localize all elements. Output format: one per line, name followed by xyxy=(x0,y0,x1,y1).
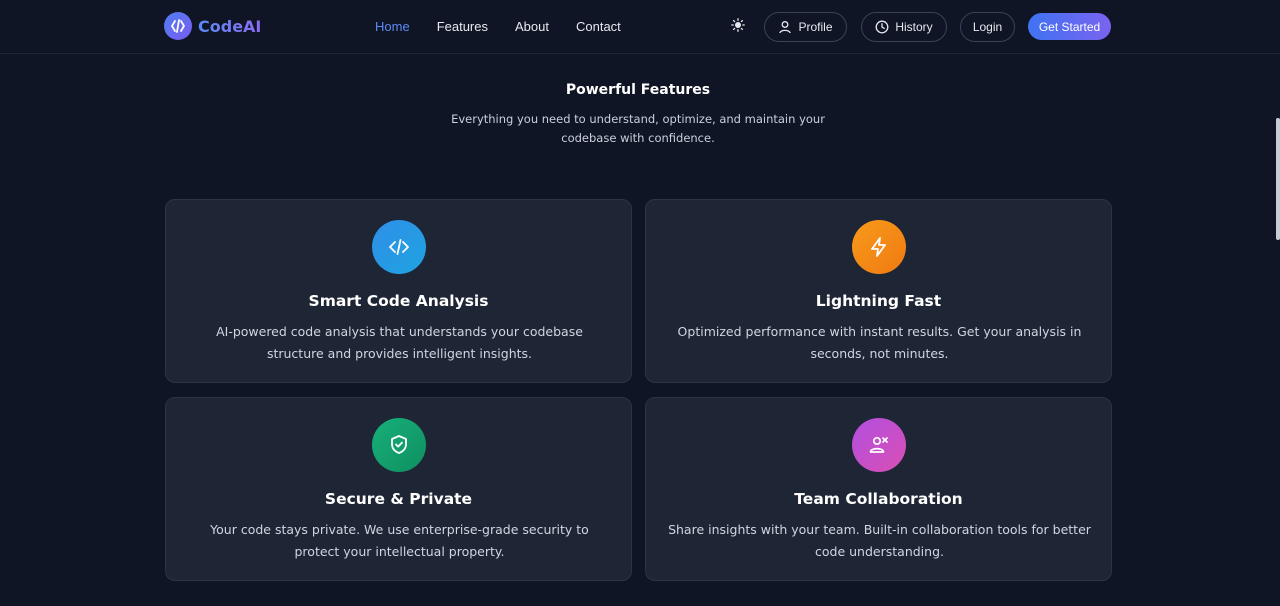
nav-link-features[interactable]: Features xyxy=(437,19,488,34)
feature-description: Optimized performance with instant resul… xyxy=(677,324,1082,361)
section-title: Powerful Features xyxy=(565,82,711,98)
lightning-icon xyxy=(852,220,906,274)
logo-mark-icon xyxy=(164,12,192,40)
feature-card-team-collaboration: Team Collaboration Share insights with y… xyxy=(645,397,1112,581)
feature-description: AI-powered code analysis that understand… xyxy=(216,324,583,361)
profile-button[interactable]: Profile xyxy=(764,12,847,42)
team-icon xyxy=(852,418,906,472)
feature-title: Smart Code Analysis xyxy=(308,292,489,310)
logo[interactable]: CodeAI xyxy=(164,12,261,40)
feature-description: Your code stays private. We use enterpri… xyxy=(210,522,589,559)
feature-card-lightning-fast: Lightning Fast Optimized performance wit… xyxy=(645,199,1112,383)
scrollbar-thumb[interactable] xyxy=(1276,118,1280,240)
history-label: History xyxy=(895,20,933,34)
nav-link-home[interactable]: Home xyxy=(375,19,410,34)
nav-links: Home Features About Contact xyxy=(375,19,648,34)
nav-link-about[interactable]: About xyxy=(515,19,549,34)
clock-icon xyxy=(875,20,889,34)
feature-card-smart-code-analysis: Smart Code Analysis AI-powered code anal… xyxy=(165,199,632,383)
section-subtitle: Everything you need to understand, optim… xyxy=(451,112,825,145)
shield-check-icon xyxy=(372,418,426,472)
logo-text: CodeAI xyxy=(198,16,262,36)
feature-title: Secure & Private xyxy=(324,490,473,508)
theme-toggle-sun-icon[interactable] xyxy=(729,16,747,34)
feature-card-secure-private: Secure & Private Your code stays private… xyxy=(165,397,632,581)
code-icon xyxy=(372,220,426,274)
get-started-button[interactable]: Get Started xyxy=(1028,13,1111,40)
feature-title: Team Collaboration xyxy=(794,490,963,508)
profile-label: Profile xyxy=(798,20,833,34)
history-button[interactable]: History xyxy=(861,12,947,42)
feature-title: Lightning Fast xyxy=(815,292,942,310)
feature-description: Share insights with your team. Built-in … xyxy=(668,522,1091,559)
navbar: CodeAI Home Features About Contact Profi… xyxy=(0,0,1280,54)
user-icon xyxy=(779,21,792,34)
nav-link-contact[interactable]: Contact xyxy=(576,19,621,34)
login-button[interactable]: Login xyxy=(960,12,1015,42)
